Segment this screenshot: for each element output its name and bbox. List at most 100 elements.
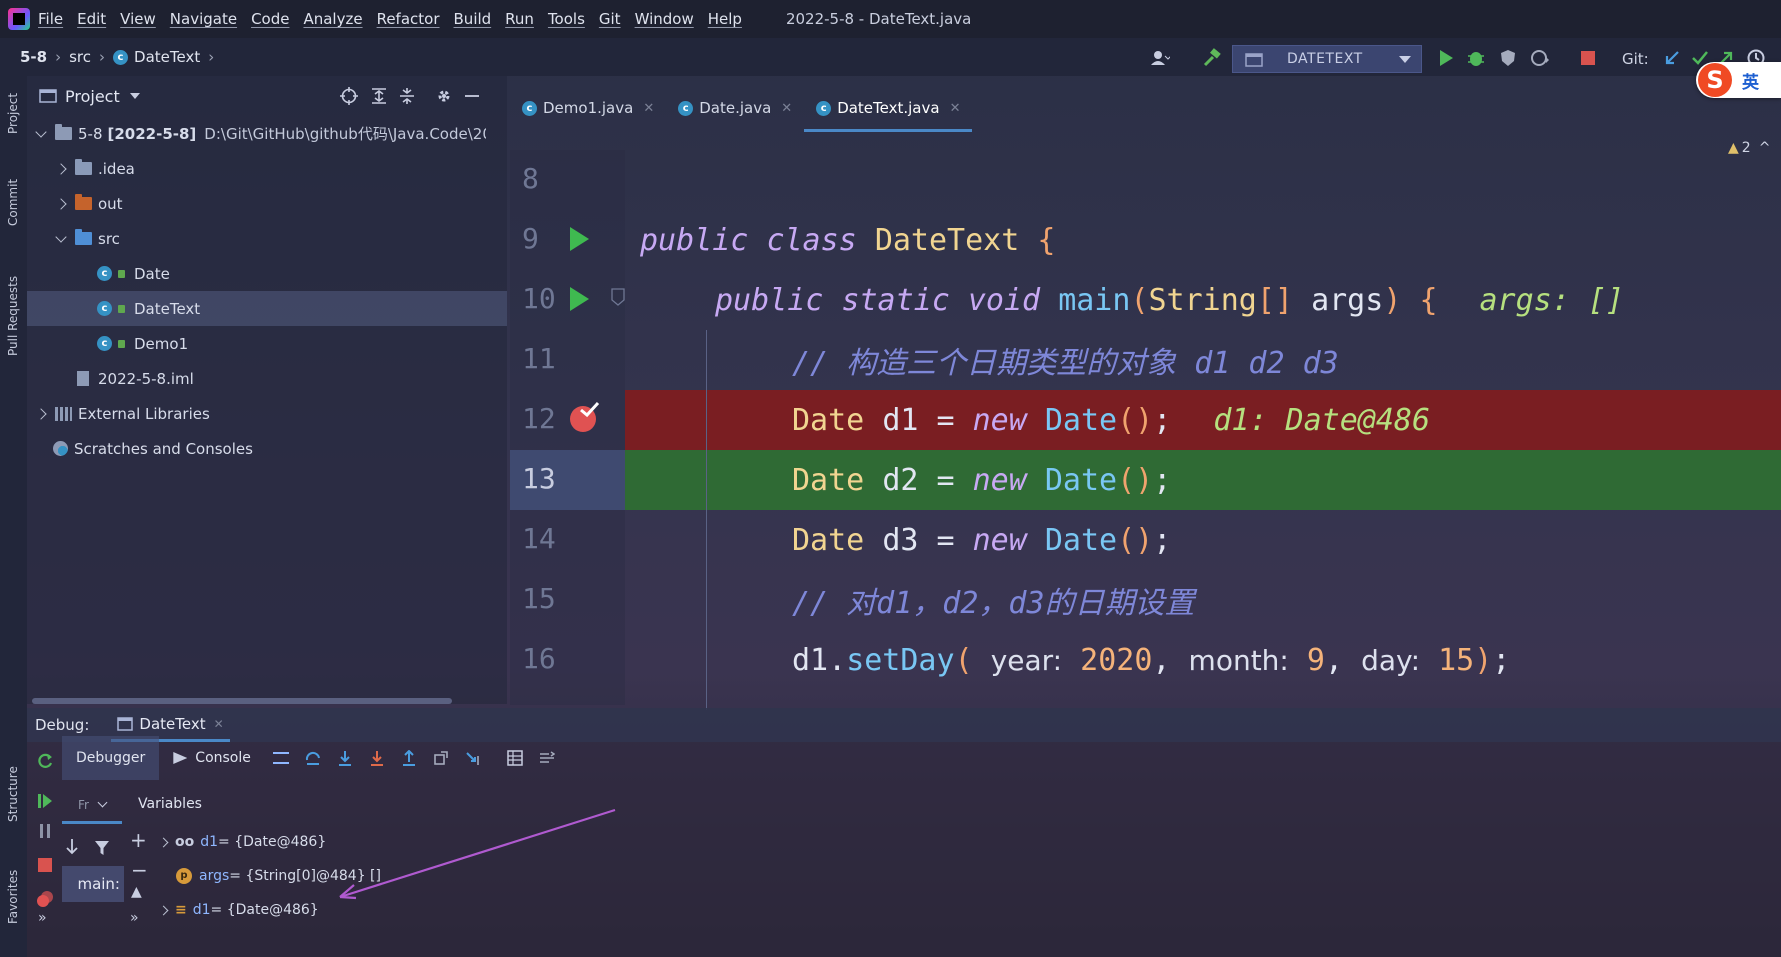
tab-console[interactable]: Console (159, 736, 265, 780)
coverage-shield-icon[interactable] (1498, 48, 1518, 68)
collapse-all-icon[interactable] (398, 87, 416, 105)
more-icon[interactable]: » (130, 910, 139, 926)
chevron-right-icon[interactable] (55, 197, 67, 210)
menu-git[interactable]: Git (599, 10, 621, 28)
code-line-10[interactable]: public static void main(String[] args) {… (510, 270, 1781, 330)
tab-debugger[interactable]: Debugger (62, 736, 160, 780)
tab-demo1[interactable]: c Demo1.java ✕ (510, 84, 666, 132)
expand-all-icon[interactable] (370, 87, 388, 105)
pause-icon[interactable] (36, 822, 54, 840)
resume-icon[interactable] (36, 792, 54, 810)
code-line-9[interactable]: public class DateText { (510, 210, 1781, 270)
gear-icon[interactable] (435, 87, 453, 105)
tree-item-idea[interactable]: .idea (27, 151, 507, 186)
drop-frame-icon[interactable] (433, 750, 449, 766)
horizontal-scrollbar[interactable] (32, 698, 452, 704)
run-configuration-select[interactable]: DATETEXT (1232, 45, 1422, 73)
view-breakpoints-icon[interactable] (36, 890, 54, 908)
chevron-down-icon[interactable] (35, 125, 47, 138)
breadcrumb-folder[interactable]: src (69, 48, 91, 66)
chevron-right-icon[interactable] (35, 407, 47, 420)
code-line-13[interactable]: Date d2 = new Date(); (510, 450, 1781, 510)
tree-item-src[interactable]: src (27, 221, 507, 256)
run-icon[interactable] (1436, 48, 1456, 68)
rerun-icon[interactable] (36, 752, 54, 770)
code-line-12[interactable]: Date d1 = new Date(); d1: Date@486 (510, 390, 1781, 450)
tool-window-pull-requests[interactable]: Pull Requests (6, 276, 20, 356)
add-watch-icon[interactable]: + (130, 828, 147, 852)
number-literal: 15 (1438, 642, 1475, 678)
stop-icon[interactable] (1578, 48, 1598, 68)
chevron-right-icon[interactable] (158, 837, 169, 847)
menu-refactor[interactable]: Refactor (377, 10, 440, 28)
variable-row-d1[interactable]: ≡ d1 = {Date@486} (158, 895, 319, 925)
menu-code[interactable]: Code (251, 10, 289, 28)
tool-window-commit[interactable]: Commit (6, 179, 20, 226)
tab-datetext[interactable]: c DateText.java ✕ (804, 84, 973, 132)
code-line-14[interactable]: Date d3 = new Date(); (510, 510, 1781, 570)
chevron-right-icon[interactable] (158, 905, 169, 915)
menu-file[interactable]: File (38, 10, 63, 28)
tool-window-favorites[interactable]: Favorites (6, 870, 20, 924)
menu-window[interactable]: Window (635, 10, 694, 28)
tool-window-structure[interactable]: Structure (6, 766, 20, 822)
show-execution-point-icon[interactable] (272, 752, 289, 764)
close-icon[interactable]: ✕ (214, 717, 224, 731)
trace-current-stream-icon[interactable] (539, 750, 555, 766)
code-line-16[interactable]: d1. setDay( year: 2020, month: 9, day: 15… (510, 630, 1781, 690)
debug-bug-icon[interactable] (1466, 48, 1486, 68)
tree-root-project[interactable]: 5-8 [2022-5-8] D:\Git\GitHub\github代码\Ja… (27, 116, 507, 151)
project-view-title[interactable]: Project (65, 87, 120, 106)
arrow-down-icon[interactable] (64, 838, 80, 856)
step-into-icon[interactable] (337, 750, 353, 766)
move-up-icon[interactable]: ▲ (131, 884, 142, 900)
close-icon[interactable]: ✕ (781, 101, 792, 116)
user-icon[interactable] (1150, 48, 1170, 68)
tree-item-iml[interactable]: 2022-5-8.iml (27, 361, 507, 396)
code-line-11[interactable]: // 构造三个日期类型的对象 d1 d2 d3 (510, 330, 1781, 390)
frames-selector[interactable]: Fr (62, 788, 122, 824)
menu-navigate[interactable]: Navigate (170, 10, 237, 28)
chevron-right-icon[interactable] (55, 162, 67, 175)
code-line-15[interactable]: // 对d1，d2，d3的日期设置 (510, 570, 1781, 630)
git-update-arrow-icon[interactable] (1662, 48, 1682, 68)
run-to-cursor-icon[interactable] (465, 750, 481, 766)
force-step-into-icon[interactable] (369, 750, 385, 766)
menu-view[interactable]: View (120, 10, 156, 28)
menu-help[interactable]: Help (708, 10, 742, 28)
tree-item-date[interactable]: c Date (27, 256, 507, 291)
tab-date[interactable]: c Date.java ✕ (666, 84, 804, 132)
menu-build[interactable]: Build (454, 10, 492, 28)
close-icon[interactable]: ✕ (643, 101, 654, 116)
chevron-down-icon[interactable] (129, 93, 140, 99)
menu-analyze[interactable]: Analyze (303, 10, 362, 28)
breadcrumb-project[interactable]: 5-8 (20, 48, 47, 66)
variable-row-d1-watch[interactable]: oo d1 = {Date@486} (158, 827, 326, 857)
more-icon[interactable]: » (38, 910, 47, 926)
tree-item-datetext[interactable]: c DateText (27, 291, 507, 326)
breadcrumb-file[interactable]: DateText (134, 48, 200, 66)
profile-icon[interactable] (1530, 48, 1550, 68)
tool-window-project[interactable]: Project (6, 93, 20, 134)
filter-icon[interactable] (94, 840, 110, 856)
step-out-icon[interactable] (401, 750, 417, 766)
chevron-down-icon[interactable] (55, 230, 67, 243)
tree-item-out[interactable]: out (27, 186, 507, 221)
menu-run[interactable]: Run (505, 10, 534, 28)
menu-edit[interactable]: Edit (77, 10, 106, 28)
evaluate-expression-icon[interactable] (507, 750, 523, 766)
stop-icon[interactable] (36, 856, 54, 874)
thread-selector[interactable]: main: (62, 866, 124, 902)
locate-target-icon[interactable] (340, 87, 358, 105)
minimize-icon[interactable] (464, 87, 480, 105)
chevron-up-icon[interactable]: ^ (1759, 140, 1771, 156)
tree-item-external-libraries[interactable]: External Libraries (27, 396, 507, 431)
menu-tools[interactable]: Tools (548, 10, 585, 28)
remove-watch-icon[interactable]: − (131, 858, 148, 882)
inspection-warnings[interactable]: ▲ 2 ^ (1728, 140, 1770, 156)
close-icon[interactable]: ✕ (950, 101, 961, 116)
tree-item-demo1[interactable]: c Demo1 (27, 326, 507, 361)
build-hammer-icon[interactable] (1202, 48, 1222, 68)
step-over-icon[interactable] (305, 750, 321, 766)
tree-item-scratches[interactable]: Scratches and Consoles (27, 431, 507, 466)
